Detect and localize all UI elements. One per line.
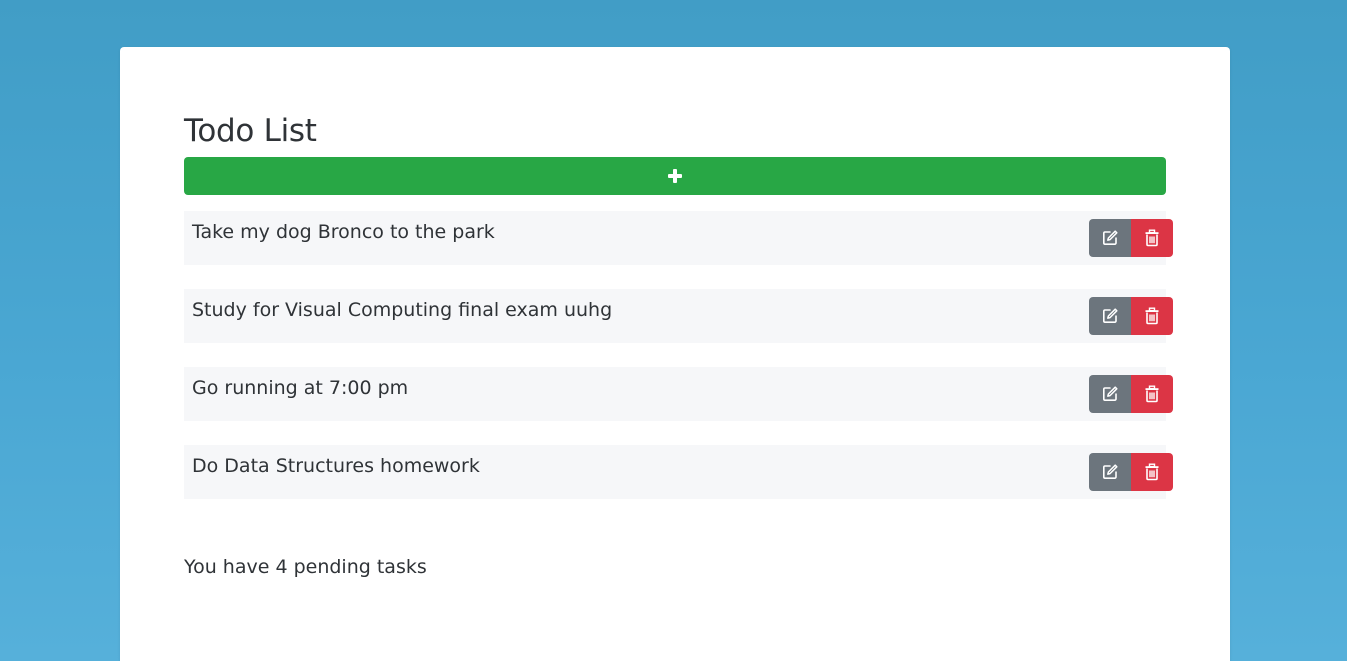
- todo-item-actions: [1089, 219, 1173, 257]
- edit-icon: [1103, 386, 1118, 401]
- plus-icon: [668, 169, 682, 183]
- trash-icon: [1145, 385, 1159, 403]
- trash-icon: [1145, 463, 1159, 481]
- todo-item-actions: [1089, 297, 1173, 335]
- edit-icon: [1103, 230, 1118, 245]
- delete-button[interactable]: [1131, 219, 1173, 257]
- todo-item-text: Go running at 7:00 pm: [192, 377, 409, 399]
- delete-button[interactable]: [1131, 453, 1173, 491]
- delete-button[interactable]: [1131, 297, 1173, 335]
- todo-item: Study for Visual Computing final exam uu…: [184, 289, 1174, 343]
- todo-item-actions: [1089, 453, 1173, 491]
- todo-item-text: Take my dog Bronco to the park: [192, 221, 495, 243]
- todo-card: Todo List Take my dog Bronco to the park: [120, 47, 1230, 661]
- edit-button[interactable]: [1089, 453, 1131, 491]
- todo-item: Do Data Structures homework: [184, 445, 1174, 499]
- todo-item-actions: [1089, 375, 1173, 413]
- edit-button[interactable]: [1089, 375, 1131, 413]
- edit-icon: [1103, 464, 1118, 479]
- trash-icon: [1145, 307, 1159, 325]
- edit-button[interactable]: [1089, 297, 1131, 335]
- todo-list: Take my dog Bronco to the park Study for…: [184, 211, 1174, 523]
- todo-item: Go running at 7:00 pm: [184, 367, 1174, 421]
- add-todo-button[interactable]: [184, 157, 1166, 195]
- todo-item-text: Study for Visual Computing final exam uu…: [192, 299, 613, 321]
- edit-icon: [1103, 308, 1118, 323]
- todo-item-text: Do Data Structures homework: [192, 455, 480, 477]
- pending-tasks-count: You have 4 pending tasks: [184, 556, 427, 578]
- page-title: Todo List: [184, 113, 317, 149]
- edit-button[interactable]: [1089, 219, 1131, 257]
- todo-item: Take my dog Bronco to the park: [184, 211, 1174, 265]
- trash-icon: [1145, 229, 1159, 247]
- delete-button[interactable]: [1131, 375, 1173, 413]
